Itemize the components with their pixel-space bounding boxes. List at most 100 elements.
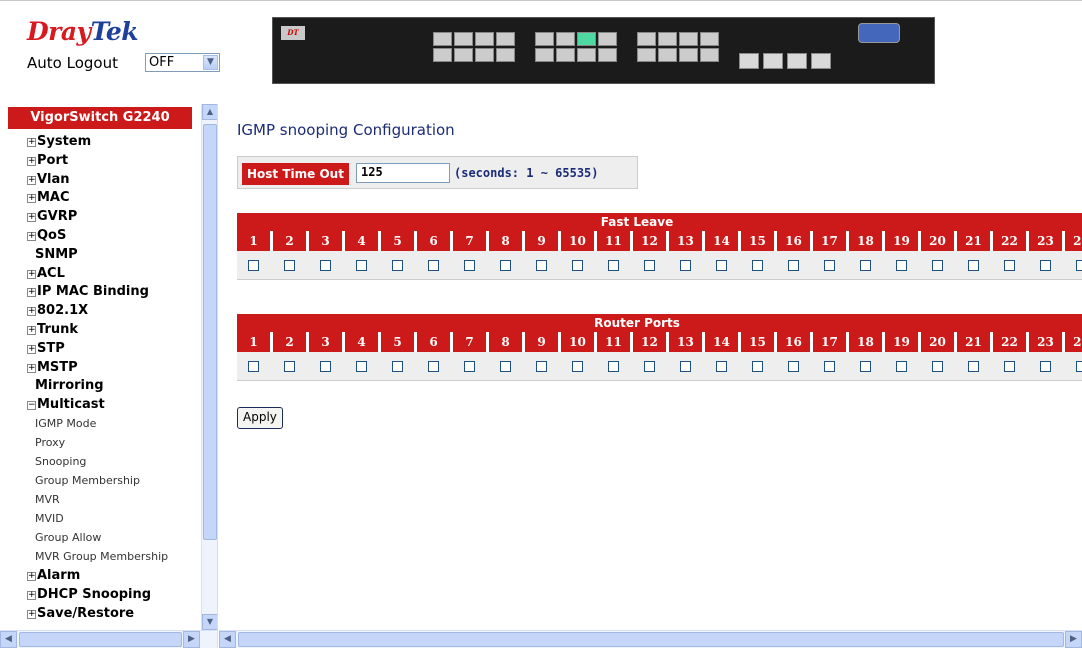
expand-icon[interactable]: + bbox=[27, 590, 36, 600]
fast-leave-checkbox[interactable] bbox=[1040, 259, 1051, 271]
scrollbar-thumb[interactable] bbox=[203, 124, 217, 540]
sidebar-subitem[interactable]: Proxy bbox=[27, 433, 168, 452]
sidebar-item[interactable]: +Port bbox=[27, 151, 168, 170]
router-port-checkbox[interactable] bbox=[608, 360, 619, 372]
router-port-checkbox[interactable] bbox=[932, 360, 943, 372]
expand-icon[interactable]: + bbox=[27, 138, 36, 147]
fast-leave-checkbox[interactable] bbox=[680, 259, 691, 271]
sidebar-horizontal-scrollbar[interactable]: ◀ ▶ bbox=[0, 630, 216, 648]
fast-leave-checkbox[interactable] bbox=[572, 259, 583, 271]
host-timeout-input[interactable]: 125 bbox=[356, 163, 450, 183]
router-port-checkbox[interactable] bbox=[680, 360, 691, 372]
sidebar-subitem[interactable]: MVID bbox=[27, 509, 168, 528]
expand-icon[interactable]: + bbox=[27, 363, 36, 373]
sidebar-subitem[interactable]: Group Allow bbox=[27, 528, 168, 547]
expand-icon[interactable]: + bbox=[27, 156, 36, 166]
fast-leave-checkbox[interactable] bbox=[500, 259, 511, 271]
fast-leave-checkbox[interactable] bbox=[356, 259, 367, 271]
fast-leave-checkbox[interactable] bbox=[932, 259, 943, 271]
sidebar-item[interactable]: SNMP bbox=[27, 245, 168, 264]
router-port-checkbox[interactable] bbox=[356, 360, 367, 372]
sidebar-item[interactable]: +Vlan bbox=[27, 170, 168, 189]
fast-leave-checkbox[interactable] bbox=[896, 259, 907, 271]
expand-icon[interactable]: + bbox=[27, 307, 36, 317]
collapse-icon[interactable]: − bbox=[27, 401, 36, 411]
scrollbar-thumb[interactable] bbox=[238, 632, 1064, 647]
router-port-checkbox[interactable] bbox=[572, 360, 583, 372]
router-port-checkbox[interactable] bbox=[824, 360, 835, 372]
fast-leave-checkbox[interactable] bbox=[536, 259, 547, 271]
expand-icon[interactable]: + bbox=[27, 344, 36, 354]
expand-icon[interactable]: + bbox=[27, 231, 36, 241]
fast-leave-checkbox[interactable] bbox=[464, 259, 475, 271]
router-port-checkbox[interactable] bbox=[860, 360, 871, 372]
fast-leave-checkbox[interactable] bbox=[716, 259, 727, 271]
fast-leave-checkbox[interactable] bbox=[824, 259, 835, 271]
chevron-down-icon[interactable]: ▼ bbox=[203, 55, 218, 70]
sidebar-item[interactable]: +MAC bbox=[27, 188, 168, 207]
router-port-checkbox[interactable] bbox=[896, 360, 907, 372]
router-port-checkbox[interactable] bbox=[248, 360, 259, 372]
sidebar-item[interactable]: +ACL bbox=[27, 264, 168, 283]
fast-leave-checkbox[interactable] bbox=[284, 259, 295, 271]
sidebar-item[interactable]: −Multicast bbox=[27, 395, 168, 414]
router-port-checkbox[interactable] bbox=[1040, 360, 1051, 372]
router-port-checkbox[interactable] bbox=[536, 360, 547, 372]
expand-icon[interactable]: + bbox=[27, 175, 36, 185]
fast-leave-checkbox[interactable] bbox=[608, 259, 619, 271]
sidebar-item[interactable]: +System bbox=[27, 132, 168, 151]
scrollbar-thumb[interactable] bbox=[19, 632, 182, 647]
router-port-checkbox[interactable] bbox=[1076, 360, 1082, 372]
sidebar-item[interactable]: +STP bbox=[27, 339, 168, 358]
fast-leave-checkbox[interactable] bbox=[860, 259, 871, 271]
sidebar-item[interactable]: Mirroring bbox=[27, 376, 168, 395]
router-port-checkbox[interactable] bbox=[284, 360, 295, 372]
expand-icon[interactable]: + bbox=[27, 609, 36, 619]
apply-button[interactable]: Apply bbox=[237, 407, 283, 429]
sidebar-item[interactable]: +QoS bbox=[27, 226, 168, 245]
router-port-checkbox[interactable] bbox=[1004, 360, 1015, 372]
scroll-up-icon[interactable]: ▲ bbox=[202, 104, 217, 120]
sidebar-subitem[interactable]: Snooping bbox=[27, 452, 168, 471]
sidebar-item[interactable]: +802.1X bbox=[27, 301, 168, 320]
sidebar-subitem[interactable]: IGMP Mode bbox=[27, 414, 168, 433]
fast-leave-checkbox[interactable] bbox=[968, 259, 979, 271]
router-port-checkbox[interactable] bbox=[320, 360, 331, 372]
fast-leave-checkbox[interactable] bbox=[752, 259, 763, 271]
router-port-checkbox[interactable] bbox=[788, 360, 799, 372]
router-port-checkbox[interactable] bbox=[392, 360, 403, 372]
router-port-checkbox[interactable] bbox=[968, 360, 979, 372]
expand-icon[interactable]: + bbox=[27, 269, 36, 279]
fast-leave-checkbox[interactable] bbox=[644, 259, 655, 271]
fast-leave-checkbox[interactable] bbox=[392, 259, 403, 271]
scroll-down-icon[interactable]: ▼ bbox=[202, 614, 217, 630]
sidebar-item[interactable]: +GVRP bbox=[27, 207, 168, 226]
expand-icon[interactable]: + bbox=[27, 325, 36, 335]
sidebar-subitem[interactable]: Group Membership bbox=[27, 471, 168, 490]
sidebar-item[interactable]: +Save/Restore bbox=[27, 604, 168, 623]
scroll-left-icon[interactable]: ◀ bbox=[0, 631, 17, 648]
expand-icon[interactable]: + bbox=[27, 213, 36, 223]
router-port-checkbox[interactable] bbox=[716, 360, 727, 372]
scroll-right-icon[interactable]: ▶ bbox=[183, 631, 200, 648]
sidebar-vertical-scrollbar[interactable]: ▲ ▼ bbox=[201, 104, 217, 648]
sidebar-item[interactable]: +Alarm bbox=[27, 566, 168, 585]
router-port-checkbox[interactable] bbox=[500, 360, 511, 372]
sidebar-item[interactable]: +DHCP Snooping bbox=[27, 585, 168, 604]
scroll-left-icon[interactable]: ◀ bbox=[219, 631, 236, 648]
fast-leave-checkbox[interactable] bbox=[320, 259, 331, 271]
expand-icon[interactable]: + bbox=[27, 571, 36, 581]
sidebar-subitem[interactable]: MVR Group Membership bbox=[27, 547, 168, 566]
fast-leave-checkbox[interactable] bbox=[1076, 259, 1082, 271]
router-port-checkbox[interactable] bbox=[464, 360, 475, 372]
fast-leave-checkbox[interactable] bbox=[788, 259, 799, 271]
expand-icon[interactable]: + bbox=[27, 194, 36, 204]
fast-leave-checkbox[interactable] bbox=[428, 259, 439, 271]
sidebar-item[interactable]: +IP MAC Binding bbox=[27, 282, 168, 301]
fast-leave-checkbox[interactable] bbox=[248, 259, 259, 271]
sidebar-item[interactable]: +Trunk bbox=[27, 320, 168, 339]
router-port-checkbox[interactable] bbox=[644, 360, 655, 372]
main-horizontal-scrollbar[interactable]: ◀ ▶ bbox=[219, 630, 1082, 648]
sidebar-subitem[interactable]: MVR bbox=[27, 490, 168, 509]
sidebar-item[interactable]: +MSTP bbox=[27, 358, 168, 377]
